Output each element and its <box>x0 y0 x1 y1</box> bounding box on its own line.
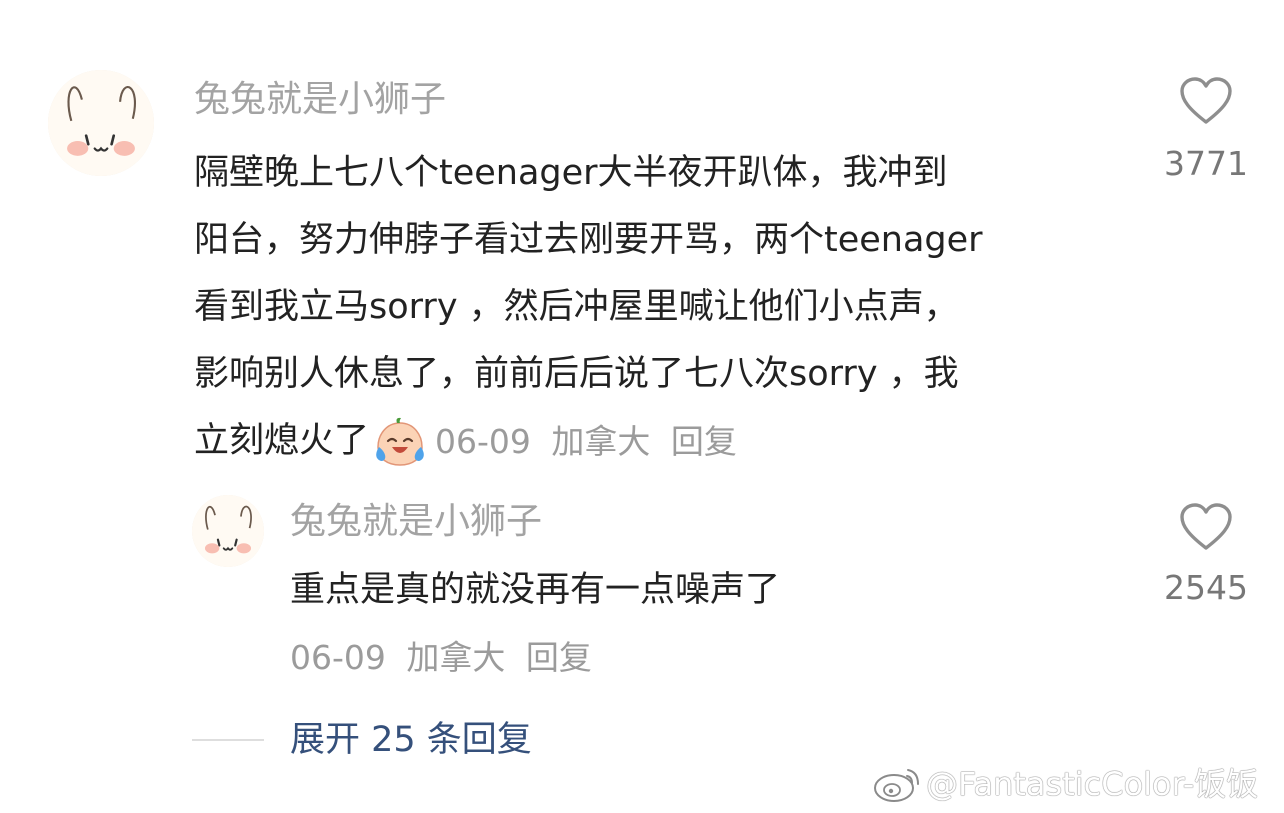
reply-meta: 06-09 加拿大 回复 <box>290 636 602 680</box>
reply-reply-button[interactable]: 回复 <box>526 638 592 677</box>
comment-date: 06-09 <box>435 422 531 461</box>
heart-icon <box>1180 503 1232 550</box>
expand-divider <box>192 739 264 741</box>
reply-avatar[interactable] <box>192 495 264 567</box>
reply-date: 06-09 <box>290 638 386 677</box>
comment-last-line: 立刻熄火了 06-09 加拿大 回复 <box>194 408 1154 475</box>
reply-like-count: 2545 <box>1164 568 1248 607</box>
comment-like-button[interactable] <box>1179 76 1233 126</box>
comment-username[interactable]: 兔兔就是小狮子 <box>194 78 446 122</box>
comment-text-line: 隔壁晚上七八个teenager大半夜开趴体，我冲到 <box>194 153 948 193</box>
comment-text-line: 影响别人休息了，前前后后说了七八次sorry ，我 <box>194 354 959 394</box>
laughing-crying-face-icon <box>373 417 427 467</box>
comment-text-line: 看到我立马sorry ，然后冲屋里喊让他们小点声， <box>194 287 959 327</box>
comment-text: 隔壁晚上七八个teenager大半夜开趴体，我冲到 阳台，努力伸脖子看过去刚要开… <box>194 140 1154 475</box>
comment-like-count: 3771 <box>1164 144 1248 183</box>
watermark: @FantasticColor-饭饭 <box>926 765 1259 803</box>
comment-reply-button[interactable]: 回复 <box>671 422 737 461</box>
bunny-avatar-icon <box>48 70 154 176</box>
reply-like-button[interactable] <box>1179 502 1233 552</box>
reply-text: 重点是真的就没再有一点噪声了 <box>290 570 781 610</box>
comment-meta: 06-09 加拿大 回复 <box>435 408 747 475</box>
comment-location: 加拿大 <box>551 422 651 461</box>
weibo-logo-icon <box>872 762 924 804</box>
avatar[interactable] <box>48 70 154 176</box>
reply-location: 加拿大 <box>406 638 506 677</box>
reply-username[interactable]: 兔兔就是小狮子 <box>290 500 542 544</box>
comment-text-line: 立刻熄火了 <box>194 421 370 461</box>
comment-text-line: 阳台，努力伸脖子看过去刚要开骂，两个teenager <box>194 220 983 260</box>
heart-icon <box>1180 77 1232 124</box>
expand-replies-button[interactable]: 展开 25 条回复 <box>290 717 532 763</box>
bunny-avatar-icon <box>192 495 264 567</box>
